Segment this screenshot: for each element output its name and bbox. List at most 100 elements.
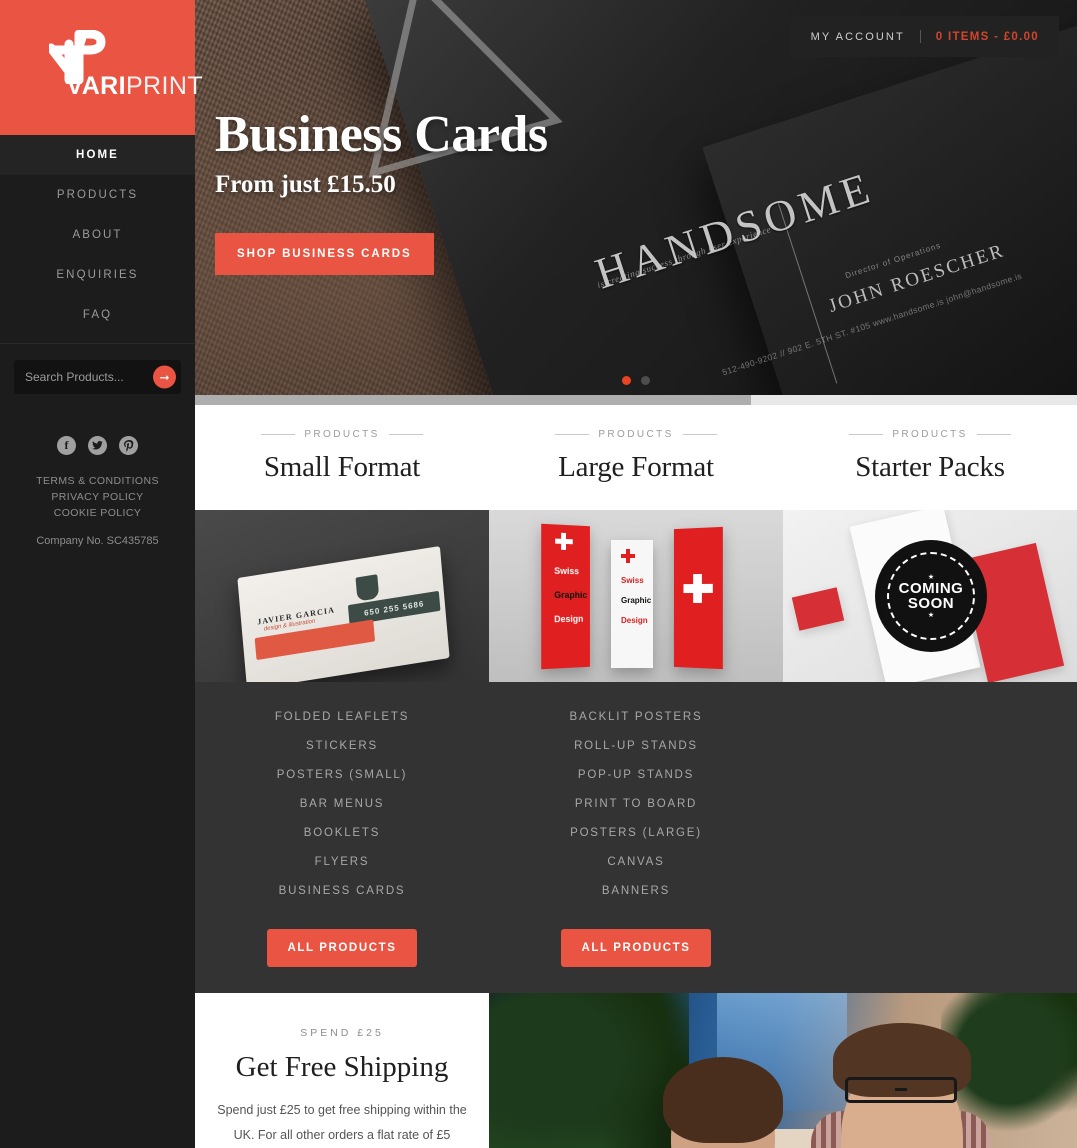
product-headers: PRODUCTS Small Format PRODUCTS Large For… (195, 405, 1077, 510)
product-link-flyers[interactable]: FLYERS (195, 847, 489, 876)
my-account-label[interactable]: MY ACCOUNT (811, 31, 905, 43)
all-products-button-small-format[interactable]: ALL PRODUCTS (267, 929, 417, 967)
banner1-text-3: Design (554, 613, 584, 625)
banner2-text-2: Graphic (621, 596, 652, 605)
hero-slider: HANDSOME is creating success through use… (195, 0, 1077, 405)
shipping-copy: SPEND £25 Get Free Shipping Spend just £… (195, 993, 489, 1148)
footer-link-privacy[interactable]: PRIVACY POLICY (0, 489, 195, 505)
slider-dot-2[interactable] (641, 376, 650, 385)
product-header-small-format: PRODUCTS Small Format (195, 405, 489, 510)
product-title-small-format: Small Format (263, 451, 421, 483)
logo-word-bold: VARI (66, 71, 126, 100)
horizontal-scrollbar-thumb[interactable] (195, 395, 751, 405)
product-header-large-format: PRODUCTS Large Format (489, 405, 783, 510)
product-column-starter-packs (783, 682, 1077, 993)
arrow-right-icon: ➞ (159, 370, 170, 384)
product-column-small-format: FOLDED LEAFLETS STICKERS POSTERS (SMALL)… (195, 682, 489, 993)
product-link-stickers[interactable]: STICKERS (195, 731, 489, 760)
product-link-banners[interactable]: BANNERS (489, 876, 783, 905)
search-zone: ➞ (0, 343, 195, 412)
banner1-text-1: Swiss (554, 565, 580, 577)
main-navigation: HOME PRODUCTS ABOUT ENQUIRIES FAQ (0, 135, 195, 335)
stationery-card-red (791, 587, 845, 631)
shipping-eyebrow: SPEND £25 (300, 1027, 384, 1039)
product-link-print-to-board[interactable]: PRINT TO BOARD (489, 789, 783, 818)
coming-soon-badge: ★ COMING SOON ★ (879, 544, 983, 648)
slider-dot-1[interactable] (622, 376, 631, 385)
cart-summary[interactable]: 0 ITEMS - £0.00 (936, 31, 1039, 43)
sidebar-item-home[interactable]: HOME (0, 135, 195, 175)
product-link-lists: FOLDED LEAFLETS STICKERS POSTERS (SMALL)… (195, 682, 1077, 993)
slider-dots (622, 376, 650, 385)
social-links: f (0, 436, 195, 455)
banner-shape-3 (673, 526, 723, 670)
product-link-business-cards[interactable]: BUSINESS CARDS (195, 876, 489, 905)
eyebrow-products-2: PRODUCTS (489, 429, 783, 440)
badge-star-bottom-icon: ★ (927, 612, 935, 619)
footer-link-cookie[interactable]: COOKIE POLICY (0, 505, 195, 521)
banner2-text-3: Design (621, 616, 648, 625)
hero-subtitle: From just £15.50 (215, 170, 396, 198)
horizontal-scrollbar[interactable] (195, 395, 1077, 405)
product-link-pop-up-stands[interactable]: POP-UP STANDS (489, 760, 783, 789)
product-link-posters-large[interactable]: POSTERS (LARGE) (489, 818, 783, 847)
product-link-folded-leaflets[interactable]: FOLDED LEAFLETS (195, 702, 489, 731)
sidebar-item-about[interactable]: ABOUT (0, 215, 195, 255)
photo-plant-left (489, 993, 689, 1148)
photo-person-man-glasses-icon (845, 1077, 957, 1103)
product-link-roll-up-stands[interactable]: ROLL-UP STANDS (489, 731, 783, 760)
banner2-text-1: Swiss (621, 576, 644, 585)
product-title-large-format: Large Format (558, 451, 714, 483)
shipping-body-line-1: Spend just £25 to get free shipping with… (217, 1103, 446, 1117)
product-link-canvas[interactable]: CANVAS (489, 847, 783, 876)
account-divider (919, 30, 921, 43)
search-submit-button[interactable]: ➞ (153, 365, 176, 389)
hero-copy: Business Cards From just £15.50 SHOP BUS… (215, 106, 548, 275)
sidebar-item-enquiries[interactable]: ENQUIRIES (0, 255, 195, 295)
banner1-text-2: Graphic (554, 589, 588, 601)
roll-up-banners-photo[interactable]: Swiss Graphic Design Swiss Graphic Desig… (489, 510, 783, 682)
product-header-starter-packs: PRODUCTS Starter Packs (783, 405, 1077, 510)
photo-person-woman-hair (663, 1057, 783, 1143)
product-title-starter-packs: Starter Packs (855, 451, 1005, 483)
banner-shape-2: Swiss Graphic Design (611, 540, 653, 668)
hero-title: Business Cards (215, 106, 548, 163)
badge-line-1: COMING (898, 580, 964, 597)
main-content: HANDSOME is creating success through use… (195, 0, 1077, 1148)
sidebar-item-products[interactable]: PRODUCTS (0, 175, 195, 215)
shipping-title: Get Free Shipping (235, 1051, 449, 1083)
pinterest-icon[interactable] (119, 436, 138, 455)
team-portrait-photo (489, 993, 1077, 1148)
people-photo-composition (489, 993, 1077, 1148)
logo-wordmark: VARIPRINT (67, 72, 203, 101)
eyebrow-products-3: PRODUCTS (783, 429, 1077, 440)
search-wrapper: ➞ (14, 360, 181, 394)
shop-business-cards-button[interactable]: SHOP BUSINESS CARDS (215, 232, 434, 275)
product-column-large-format: BACKLIT POSTERS ROLL-UP STANDS POP-UP ST… (489, 682, 783, 993)
sidebar: VARIPRINT HOME PRODUCTS ABOUT ENQUIRIES … (0, 0, 203, 1148)
company-number: Company No. SC435785 (36, 535, 159, 547)
card-logo-shield-icon (355, 574, 380, 602)
logo-block[interactable]: VARIPRINT (0, 0, 203, 135)
eyebrow-products-1: PRODUCTS (195, 429, 489, 440)
all-products-button-large-format[interactable]: ALL PRODUCTS (561, 929, 711, 967)
facebook-icon[interactable]: f (57, 436, 76, 455)
business-card-photo[interactable]: 650 255 5686 JAVIER GARCIA design & illu… (195, 510, 489, 682)
product-link-bar-menus[interactable]: BAR MENUS (195, 789, 489, 818)
badge-line-2: SOON (907, 595, 955, 612)
product-link-booklets[interactable]: BOOKLETS (195, 818, 489, 847)
twitter-icon[interactable] (88, 436, 107, 455)
account-bar[interactable]: MY ACCOUNT 0 ITEMS - £0.00 (790, 16, 1059, 57)
product-link-backlit-posters[interactable]: BACKLIT POSTERS (489, 702, 783, 731)
banner-shape-1: Swiss Graphic Design (541, 523, 590, 670)
product-images: 650 255 5686 JAVIER GARCIA design & illu… (195, 510, 1077, 682)
sidebar-item-faq[interactable]: FAQ (0, 295, 195, 335)
page-root: VARIPRINT HOME PRODUCTS ABOUT ENQUIRIES … (0, 0, 1077, 1148)
logo-word-light: PRINT (125, 71, 203, 100)
product-link-posters-small[interactable]: POSTERS (SMALL) (195, 760, 489, 789)
footer-links: TERMS & CONDITIONS PRIVACY POLICY COOKIE… (0, 473, 195, 521)
business-card-shape: 650 255 5686 JAVIER GARCIA design & illu… (237, 546, 450, 682)
shipping-section: SPEND £25 Get Free Shipping Spend just £… (195, 993, 1077, 1148)
footer-link-terms[interactable]: TERMS & CONDITIONS (0, 473, 195, 489)
stationery-coming-soon-photo[interactable]: ★ COMING SOON ★ (783, 510, 1077, 682)
